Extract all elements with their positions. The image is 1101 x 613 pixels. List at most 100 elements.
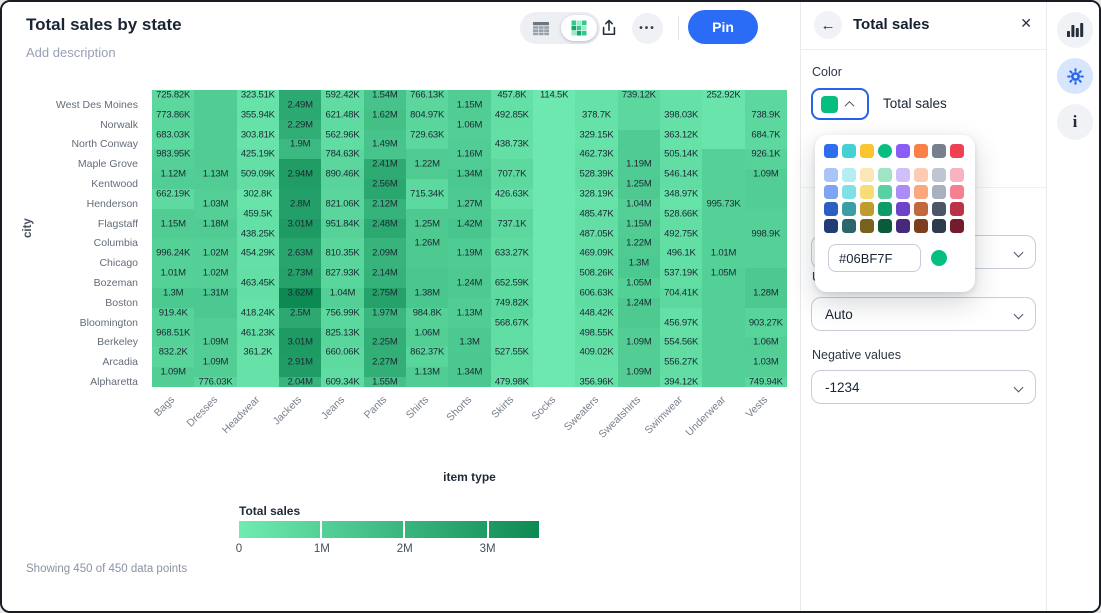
heatmap-cell[interactable] — [279, 377, 321, 387]
heatmap-cell[interactable] — [533, 268, 575, 278]
heatmap-cell[interactable] — [194, 149, 236, 159]
heatmap-cell[interactable] — [618, 130, 660, 140]
heatmap-cell[interactable] — [533, 248, 575, 258]
heatmap-cell[interactable] — [237, 268, 279, 278]
heatmap-cell[interactable] — [279, 169, 321, 179]
heatmap-cell[interactable] — [491, 347, 533, 357]
heatmap-cell[interactable] — [237, 149, 279, 159]
heatmap-cell[interactable] — [321, 110, 363, 120]
heatmap-cell[interactable] — [533, 130, 575, 140]
heatmap-cell[interactable] — [575, 367, 617, 377]
heatmap-cell[interactable] — [152, 189, 194, 199]
heatmap-cell[interactable] — [448, 308, 490, 318]
heatmap-cell[interactable] — [237, 219, 279, 229]
palette-swatch[interactable] — [950, 144, 964, 158]
heatmap-cell[interactable] — [364, 337, 406, 347]
heatmap-cell[interactable] — [491, 110, 533, 120]
heatmap-cell[interactable] — [321, 159, 363, 169]
share-button[interactable] — [594, 14, 624, 42]
heatmap-cell[interactable] — [279, 318, 321, 328]
heatmap-cell[interactable] — [491, 268, 533, 278]
heatmap-cell[interactable] — [448, 367, 490, 377]
heatmap-cell[interactable] — [660, 139, 702, 149]
heatmap-cell[interactable] — [237, 328, 279, 338]
heatmap-cell[interactable] — [194, 139, 236, 149]
heatmap-cell[interactable] — [660, 90, 702, 100]
heatmap-cell[interactable] — [491, 90, 533, 100]
heatmap-cell[interactable] — [364, 169, 406, 179]
heatmap-cell[interactable] — [364, 288, 406, 298]
heatmap-cell[interactable] — [406, 288, 448, 298]
palette-swatch[interactable] — [824, 185, 838, 199]
heatmap-cell[interactable] — [618, 159, 660, 169]
heatmap-cell[interactable] — [575, 328, 617, 338]
heatmap-cell[interactable] — [702, 318, 744, 328]
heatmap-cell[interactable] — [448, 347, 490, 357]
heatmap-cell[interactable] — [152, 288, 194, 298]
palette-swatch[interactable] — [842, 185, 856, 199]
palette-swatch[interactable] — [878, 202, 892, 216]
heatmap-cell[interactable] — [575, 238, 617, 248]
heatmap-cell[interactable] — [406, 179, 448, 189]
heatmap-cell[interactable] — [702, 110, 744, 120]
heatmap-cell[interactable] — [364, 149, 406, 159]
heatmap-cell[interactable] — [152, 337, 194, 347]
heatmap-cell[interactable] — [406, 377, 448, 387]
palette-swatch[interactable] — [824, 168, 838, 182]
heatmap-cell[interactable] — [618, 278, 660, 288]
heatmap-cell[interactable] — [237, 120, 279, 130]
heatmap-cell[interactable] — [702, 90, 744, 100]
heatmap-cell[interactable] — [575, 258, 617, 268]
heatmap-cell[interactable] — [618, 199, 660, 209]
heatmap-cell[interactable] — [745, 229, 787, 239]
heatmap-cell[interactable] — [533, 357, 575, 367]
heatmap-cell[interactable] — [364, 130, 406, 140]
heatmap-cell[interactable] — [533, 258, 575, 268]
heatmap-cell[interactable] — [321, 120, 363, 130]
heatmap-cell[interactable] — [575, 278, 617, 288]
heatmap-cell[interactable] — [364, 238, 406, 248]
heatmap-cell[interactable] — [406, 189, 448, 199]
heatmap-cell[interactable] — [279, 90, 321, 100]
heatmap-cell[interactable] — [321, 248, 363, 258]
heatmap-cell[interactable] — [194, 258, 236, 268]
heatmap-cell[interactable] — [279, 367, 321, 377]
heatmap-cell[interactable] — [364, 357, 406, 367]
heatmap-cell[interactable] — [575, 298, 617, 308]
heatmap-cell[interactable] — [406, 120, 448, 130]
heatmap-cell[interactable] — [279, 130, 321, 140]
heatmap-cell[interactable] — [533, 298, 575, 308]
heatmap-cell[interactable] — [237, 159, 279, 169]
heatmap-cell[interactable] — [194, 288, 236, 298]
palette-swatch[interactable] — [860, 168, 874, 182]
palette-swatch[interactable] — [932, 168, 946, 182]
heatmap-cell[interactable] — [152, 258, 194, 268]
heatmap-cell[interactable] — [618, 308, 660, 318]
heatmap-cell[interactable] — [618, 357, 660, 367]
heatmap-cell[interactable] — [745, 278, 787, 288]
heatmap-cell[interactable] — [702, 308, 744, 318]
heatmap-cell[interactable] — [491, 219, 533, 229]
heatmap-cell[interactable] — [575, 199, 617, 209]
heatmap-cell[interactable] — [745, 169, 787, 179]
heatmap-cell[interactable] — [194, 159, 236, 169]
heatmap-cell[interactable] — [575, 169, 617, 179]
palette-swatch[interactable] — [932, 185, 946, 199]
heatmap-cell[interactable] — [575, 100, 617, 110]
heatmap-cell[interactable] — [745, 268, 787, 278]
heatmap-cell[interactable] — [575, 357, 617, 367]
heatmap-cell[interactable] — [575, 189, 617, 199]
heatmap-cell[interactable] — [321, 357, 363, 367]
heatmap-cell[interactable] — [533, 318, 575, 328]
heatmap-cell[interactable] — [575, 130, 617, 140]
heatmap-cell[interactable] — [364, 90, 406, 100]
heatmap-cell[interactable] — [406, 298, 448, 308]
heatmap-cell[interactable] — [237, 189, 279, 199]
heatmap-cell[interactable] — [152, 308, 194, 318]
palette-swatch[interactable] — [914, 144, 928, 158]
heatmap-cell[interactable] — [194, 120, 236, 130]
palette-swatch[interactable] — [878, 144, 892, 158]
heatmap-cell[interactable] — [618, 189, 660, 199]
heatmap-cell[interactable] — [702, 377, 744, 387]
heatmap-cell[interactable] — [448, 268, 490, 278]
